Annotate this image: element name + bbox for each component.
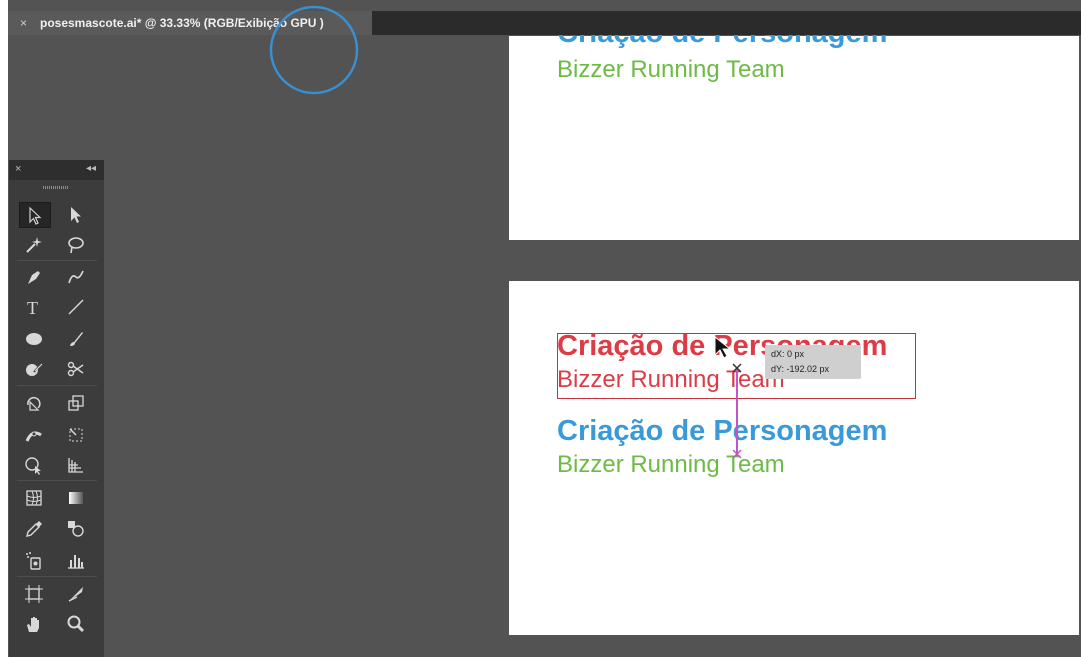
smart-guide-line xyxy=(736,368,738,456)
type-icon: T xyxy=(27,298,38,317)
svg-text:T: T xyxy=(27,298,38,317)
line-segment-tool[interactable] xyxy=(61,294,93,320)
paintbrush-tool[interactable] xyxy=(61,326,93,352)
tooltip-dy: dY: -192.02 px xyxy=(771,364,830,374)
blend-icon xyxy=(68,521,84,537)
lasso-icon xyxy=(68,237,84,254)
selection-tool[interactable] xyxy=(19,202,51,228)
arrow-filled-icon xyxy=(71,207,81,223)
blend-tool[interactable] xyxy=(61,516,93,542)
perspective-grid-icon xyxy=(68,458,83,473)
pen-tool[interactable] xyxy=(19,264,51,290)
tab-bar-filler xyxy=(372,11,1081,35)
free-transform-icon xyxy=(69,428,83,442)
scale-icon xyxy=(68,395,84,411)
zoom-icon xyxy=(67,615,85,633)
artboard-tool[interactable] xyxy=(19,581,51,607)
brush-icon xyxy=(70,332,83,346)
guide-start-marker-icon xyxy=(732,363,742,373)
artboard-top-subtitle[interactable]: Bizzer Running Team xyxy=(557,56,785,84)
close-tab-icon[interactable]: × xyxy=(20,11,27,35)
ellipse-icon xyxy=(26,333,42,345)
scale-tool[interactable] xyxy=(61,390,93,416)
guide-end-marker-icon xyxy=(732,449,742,459)
width-icon xyxy=(25,431,42,442)
move-offset-tooltip: dX: 0 px dY: -192.02 px xyxy=(765,345,861,379)
copy-title-text[interactable]: Criação de Personagem xyxy=(557,415,887,448)
tool-separator xyxy=(17,576,97,577)
column-graph-tool[interactable] xyxy=(61,548,93,574)
line-icon xyxy=(68,299,84,315)
symbol-sprayer-tool[interactable] xyxy=(19,548,51,574)
collapse-panel-icon[interactable]: ◂◂ xyxy=(86,163,96,174)
rotate-icon xyxy=(27,396,41,411)
gradient-icon xyxy=(69,492,83,504)
rotate-tool[interactable] xyxy=(19,390,51,416)
hand-icon xyxy=(27,617,39,632)
shaper-tool[interactable] xyxy=(19,356,51,382)
scissors-icon xyxy=(67,361,84,377)
window-edge xyxy=(0,0,8,657)
lasso-tool[interactable] xyxy=(61,232,93,258)
eyedropper-icon xyxy=(26,521,42,537)
shaper-icon xyxy=(26,362,43,376)
shape-builder-tool[interactable] xyxy=(19,452,51,478)
magic-wand-icon xyxy=(26,237,42,253)
tooltip-dx: dX: 0 px xyxy=(771,349,805,359)
eyedropper-tool[interactable] xyxy=(19,516,51,542)
column-graph-icon xyxy=(68,555,84,569)
perspective-grid-tool[interactable] xyxy=(61,452,93,478)
close-panel-icon[interactable]: × xyxy=(15,163,21,175)
type-tool[interactable]: T xyxy=(19,294,51,320)
tools-panel-header[interactable]: × ◂◂ xyxy=(9,160,104,180)
mesh-tool[interactable] xyxy=(19,485,51,511)
panel-grip[interactable] xyxy=(43,186,69,189)
pen-icon xyxy=(28,271,40,284)
direct-selection-tool[interactable] xyxy=(61,202,93,228)
slice-icon xyxy=(68,587,83,602)
hand-tool[interactable] xyxy=(19,611,51,637)
tool-separator xyxy=(17,385,97,386)
mouse-pointer-icon xyxy=(714,336,732,359)
slice-tool[interactable] xyxy=(61,581,93,607)
gradient-tool[interactable] xyxy=(61,485,93,511)
illustrator-workspace[interactable]: × posesmascote.ai* @ 33.33% (RGB/Exibiçã… xyxy=(0,0,1081,657)
magic-wand-tool[interactable] xyxy=(19,232,51,258)
artboard-icon xyxy=(25,585,43,603)
tool-separator xyxy=(17,260,97,261)
free-transform-tool[interactable] xyxy=(61,422,93,448)
symbol-sprayer-icon xyxy=(26,552,41,570)
ellipse-shape[interactable] xyxy=(269,0,359,95)
copy-subtitle-text[interactable]: Bizzer Running Team xyxy=(557,451,785,479)
ellipse-tool[interactable] xyxy=(19,326,51,352)
scissors-tool[interactable] xyxy=(61,356,93,382)
arrow-outline-icon xyxy=(29,206,42,225)
curvature-pen-icon xyxy=(68,270,84,284)
curvature-tool[interactable] xyxy=(61,264,93,290)
mesh-icon xyxy=(26,490,42,506)
width-tool[interactable] xyxy=(19,422,51,448)
tools-panel[interactable]: × ◂◂ T xyxy=(9,160,104,657)
shape-builder-icon xyxy=(25,457,41,475)
tool-separator xyxy=(17,480,97,481)
zoom-tool[interactable] xyxy=(61,611,93,637)
